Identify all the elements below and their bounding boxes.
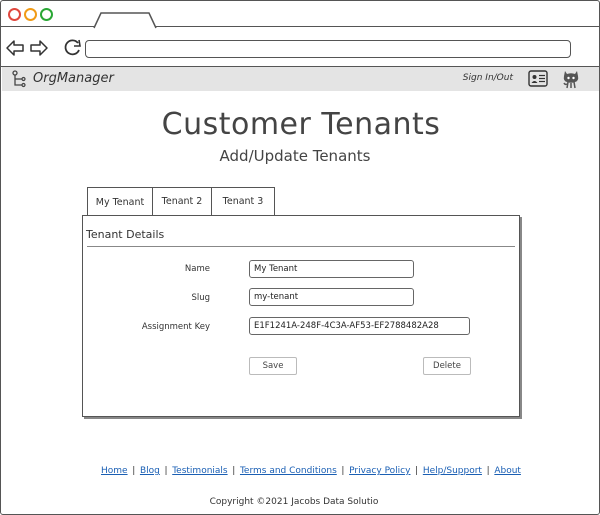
tenant-tabs: My Tenant Tenant 2 Tenant 3 bbox=[87, 187, 275, 217]
footer-separator: | bbox=[164, 466, 168, 476]
github-octocat-icon[interactable] bbox=[561, 68, 581, 89]
footer-link-privacy[interactable]: Privacy Policy bbox=[349, 466, 410, 476]
reload-icon[interactable] bbox=[63, 37, 83, 57]
forward-arrow-icon[interactable] bbox=[29, 38, 49, 58]
footer-separator: | bbox=[415, 466, 419, 476]
tab-tenant-3[interactable]: Tenant 3 bbox=[211, 187, 275, 216]
slug-input[interactable] bbox=[249, 288, 414, 306]
save-button[interactable]: Save bbox=[249, 357, 297, 375]
page-subtitle: Add/Update Tenants bbox=[219, 147, 371, 165]
footer-link-testimonials[interactable]: Testimonials bbox=[172, 466, 227, 476]
footer-link-terms[interactable]: Terms and Conditions bbox=[240, 466, 337, 476]
assignment-key-label: Assignment Key bbox=[141, 322, 210, 332]
close-window-button[interactable] bbox=[8, 8, 21, 21]
browser-navbar bbox=[1, 29, 599, 67]
slug-label: Slug bbox=[191, 293, 210, 303]
footer-link-about[interactable]: About bbox=[494, 466, 521, 476]
assignment-key-input[interactable] bbox=[249, 317, 470, 335]
panel-divider bbox=[87, 246, 515, 247]
delete-button[interactable]: Delete bbox=[423, 357, 471, 375]
footer-nav: Home | Blog | Testimonials | Terms and C… bbox=[101, 463, 521, 479]
maximize-window-button[interactable] bbox=[40, 8, 53, 21]
footer-separator: | bbox=[341, 466, 345, 476]
minimize-window-button[interactable] bbox=[24, 8, 37, 21]
tab-tenant-2[interactable]: Tenant 2 bbox=[152, 187, 211, 216]
footer-separator: | bbox=[232, 466, 236, 476]
name-label: Name bbox=[184, 264, 210, 274]
panel-title: Tenant Details bbox=[86, 228, 165, 241]
app-header: OrgManager Sign In/Out bbox=[2, 67, 599, 91]
page-title: Customer Tenants bbox=[161, 107, 441, 142]
tab-my-tenant[interactable]: My Tenant bbox=[87, 187, 152, 217]
browser-window: OrgManager Sign In/Out Customer Tenants … bbox=[0, 0, 600, 515]
footer-link-blog[interactable]: Blog bbox=[140, 466, 160, 476]
browser-tab[interactable] bbox=[93, 12, 157, 29]
name-input[interactable] bbox=[249, 260, 414, 278]
copyright-text: Copyright ©2021 Jacobs Data Solutio bbox=[209, 497, 379, 507]
org-tree-icon bbox=[12, 70, 26, 88]
address-bar-input[interactable] bbox=[85, 40, 571, 58]
back-arrow-icon[interactable] bbox=[5, 38, 25, 58]
footer-link-help[interactable]: Help/Support bbox=[423, 466, 482, 476]
browser-titlebar bbox=[1, 1, 599, 29]
sign-in-out-link[interactable]: Sign In/Out bbox=[463, 73, 513, 83]
footer-link-home[interactable]: Home bbox=[101, 466, 128, 476]
tenant-details-panel: Tenant Details Name Slug Assignment Key … bbox=[82, 215, 520, 417]
app-brand[interactable]: OrgManager bbox=[33, 71, 114, 86]
footer-separator: | bbox=[132, 466, 136, 476]
footer-separator: | bbox=[486, 466, 490, 476]
id-card-icon[interactable] bbox=[528, 70, 548, 87]
